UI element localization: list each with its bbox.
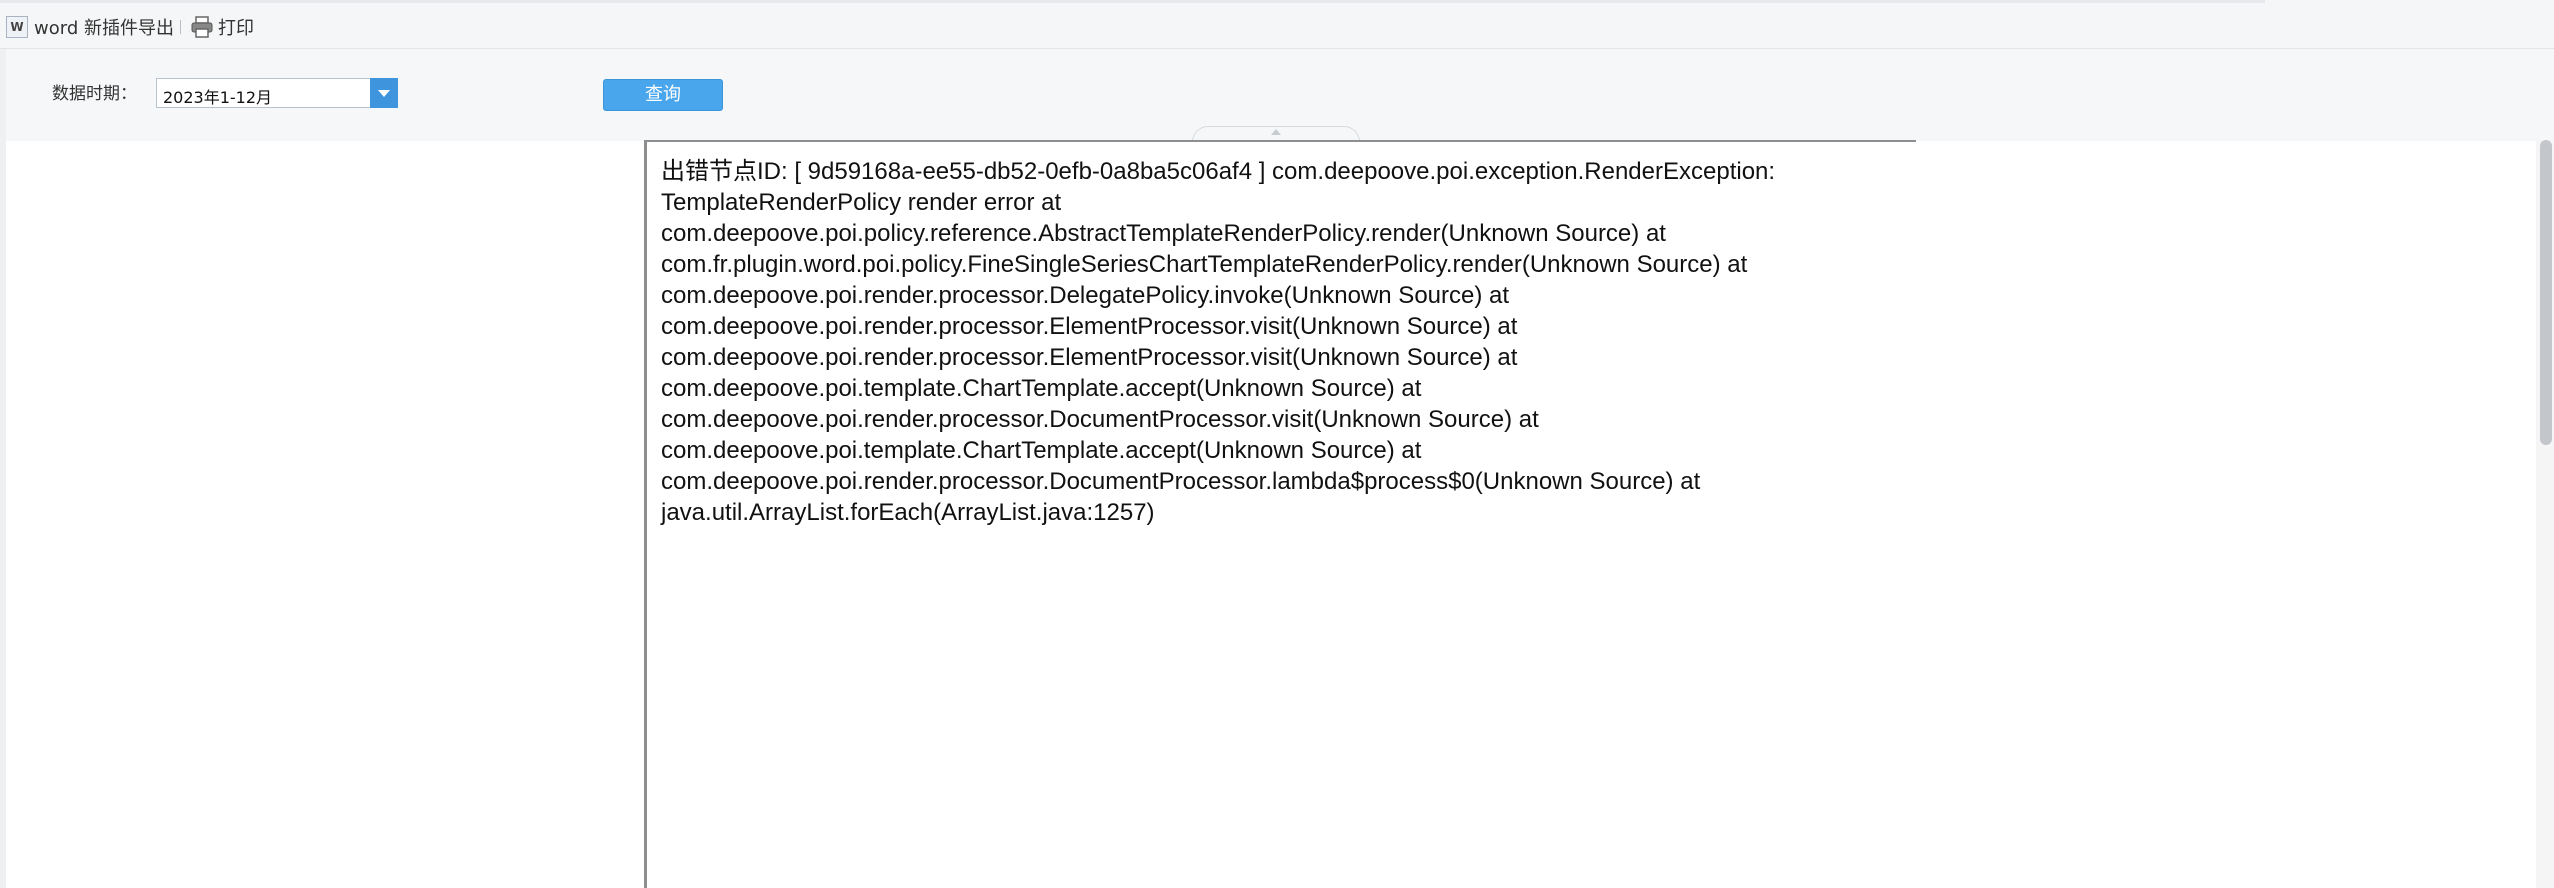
error-line: com.deepoove.poi.template.ChartTemplate.… — [661, 437, 1422, 464]
toolbar-separator — [180, 20, 181, 34]
toolbar-top-border — [0, 0, 2265, 3]
chevron-up-icon — [1271, 129, 1281, 135]
date-period-select[interactable]: 2023年1-12月 — [156, 78, 398, 108]
error-line: com.fr.plugin.word.poi.policy.FineSingle… — [661, 251, 1748, 278]
error-line: com.deepoove.poi.policy.reference.Abstra… — [661, 220, 1666, 247]
error-line: com.deepoove.poi.render.processor.Delega… — [661, 282, 1510, 309]
error-line: 出错节点ID: [ 9d59168a-ee55-db52-0efb-0a8ba5… — [661, 158, 1776, 185]
error-line: com.deepoove.poi.render.processor.Docume… — [661, 468, 1701, 495]
print-label: 打印 — [218, 18, 254, 39]
chevron-down-icon — [378, 89, 390, 97]
error-line: TemplateRenderPolicy render error at — [661, 189, 1062, 216]
query-button[interactable]: 查询 — [603, 79, 723, 111]
error-line: com.deepoove.poi.template.ChartTemplate.… — [661, 375, 1422, 402]
error-message: 出错节点ID: [ 9d59168a-ee55-db52-0efb-0a8ba5… — [661, 156, 1911, 528]
left-edge — [0, 49, 6, 888]
report-content-frame: 出错节点ID: [ 9d59168a-ee55-db52-0efb-0a8ba5… — [644, 140, 1916, 888]
word-icon: W — [6, 16, 28, 38]
word-export-label: word 新插件导出 — [34, 18, 174, 39]
date-period-label: 数据时期： — [52, 84, 137, 104]
error-line: com.deepoove.poi.render.processor.Elemen… — [661, 344, 1518, 371]
printer-icon — [191, 16, 213, 38]
vertical-scrollbar[interactable] — [2536, 140, 2554, 888]
error-line: com.deepoove.poi.render.processor.Docume… — [661, 406, 1539, 433]
word-export-button[interactable]: W word 新插件导出 — [6, 14, 174, 40]
error-line: java.util.ArrayList.forEach(ArrayList.ja… — [661, 499, 1155, 526]
print-button[interactable]: 打印 — [190, 14, 254, 40]
toolbar: W word 新插件导出 打印 — [0, 0, 2554, 49]
error-line: com.deepoove.poi.render.processor.Elemen… — [661, 313, 1518, 340]
date-period-value: 2023年1-12月 — [163, 88, 273, 107]
date-period-dropdown-button[interactable] — [370, 78, 398, 108]
scrollbar-thumb[interactable] — [2540, 140, 2552, 445]
